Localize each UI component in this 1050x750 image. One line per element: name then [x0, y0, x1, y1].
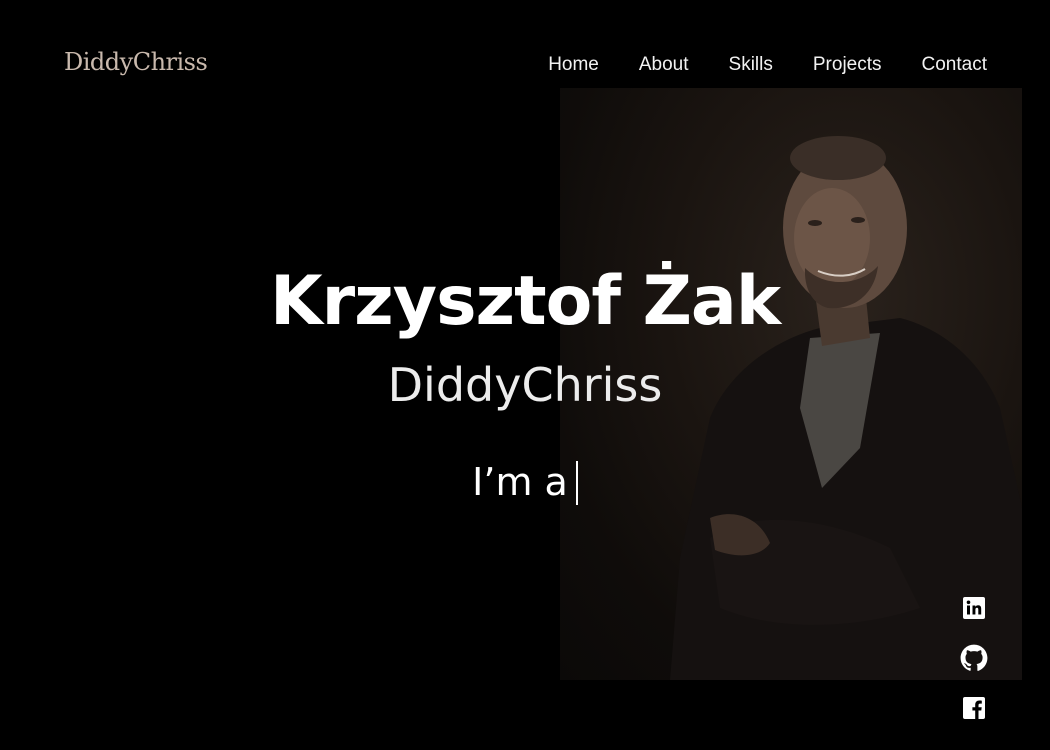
typed-prefix: I’m a — [472, 460, 568, 504]
social-links — [960, 594, 988, 722]
github-link[interactable] — [960, 644, 988, 672]
nav-home-link[interactable]: Home — [548, 54, 599, 76]
nav-skills-link[interactable]: Skills — [729, 54, 773, 76]
hero-nickname: DiddyChriss — [387, 358, 663, 412]
linkedin-icon — [963, 597, 985, 619]
typing-cursor — [575, 461, 578, 505]
nav-projects-link[interactable]: Projects — [813, 54, 882, 76]
github-icon — [960, 644, 988, 671]
facebook-icon — [963, 697, 985, 719]
facebook-link[interactable] — [960, 694, 988, 722]
hero-name: Krzysztof Żak — [269, 262, 781, 341]
nav-contact-link[interactable]: Contact — [922, 54, 987, 76]
page: DiddyChriss Home About Skills Projects C… — [0, 0, 1050, 750]
main-nav: Home About Skills Projects Contact — [548, 54, 987, 76]
site-logo[interactable]: DiddyChriss — [64, 48, 208, 76]
typed-role-line: I’m a — [0, 460, 1050, 505]
linkedin-link[interactable] — [960, 594, 988, 622]
nav-about-link[interactable]: About — [639, 54, 689, 76]
